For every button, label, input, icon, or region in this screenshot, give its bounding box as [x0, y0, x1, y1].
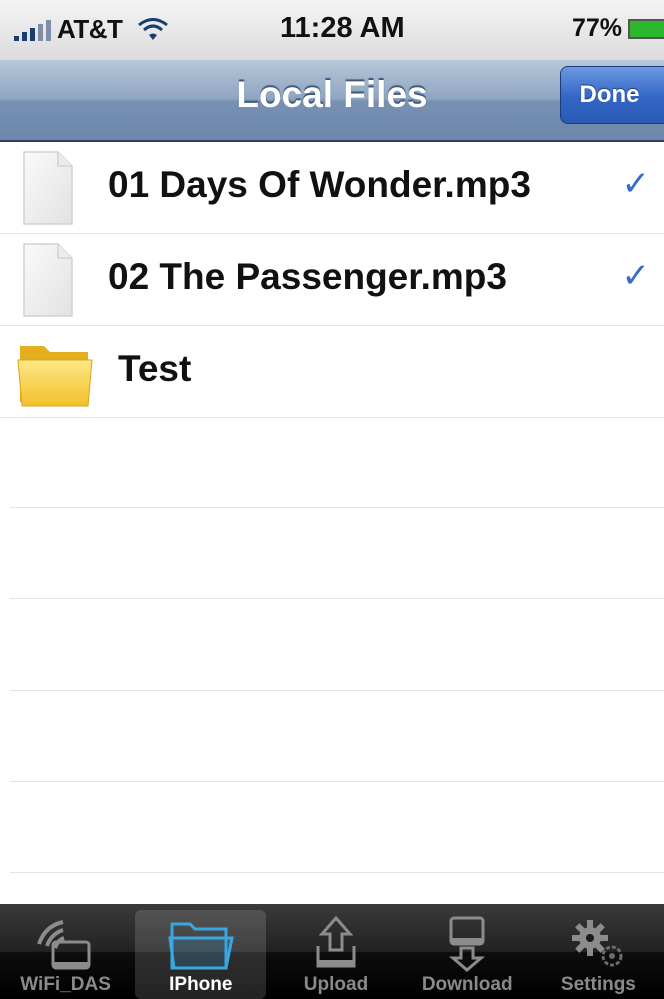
empty-row-divider [10, 690, 664, 691]
tab-wifi-das[interactable]: WiFi_DAS [0, 904, 131, 999]
tab-bar: WiFi_DAS IPhone Upload Download Settings [0, 904, 664, 999]
tab-upload[interactable]: Upload [270, 904, 401, 999]
screen: AT&T 11:28 AM 77% Local Files Done 01 Da… [0, 0, 664, 999]
status-bar: AT&T 11:28 AM 77% [0, 0, 664, 60]
status-time: 11:28 AM [280, 12, 405, 44]
checkmark-icon: ✓ [621, 165, 651, 203]
wifi-drive-icon [36, 920, 91, 970]
file-list: 01 Days Of Wonder.mp3 ✓ 02 The Passenger… [0, 142, 664, 904]
status-battery: 77% [572, 14, 664, 43]
upload-icon [316, 916, 356, 968]
document-icon [23, 151, 73, 225]
download-icon [449, 916, 486, 972]
tab-download[interactable]: Download [402, 904, 533, 999]
file-name: 01 Days Of Wonder.mp3 [108, 164, 531, 205]
done-button[interactable]: Done [560, 66, 664, 124]
tab-label: Settings [560, 974, 636, 995]
tab-iphone[interactable]: IPhone [135, 910, 267, 999]
file-name: 02 The Passenger.mp3 [108, 256, 507, 297]
carrier-name: AT&T [57, 14, 123, 44]
tab-settings[interactable]: Settings [533, 904, 664, 999]
wifi-icon [138, 17, 169, 40]
file-row[interactable]: 02 The Passenger.mp3 ✓ [0, 234, 664, 326]
gears-icon [572, 920, 623, 967]
folder-icon [168, 922, 234, 970]
folder-row[interactable]: Test [0, 326, 664, 418]
folder-icon [17, 346, 93, 407]
empty-row-divider [10, 507, 664, 508]
folder-name: Test [118, 348, 192, 389]
tab-label: Download [421, 974, 513, 995]
battery-percent: 77% [571, 14, 622, 42]
tab-label: Upload [303, 974, 369, 995]
signal-strength-icon [14, 19, 51, 41]
navigation-bar: Local Files Done [0, 60, 664, 142]
empty-row-divider [10, 598, 664, 599]
tab-label: WiFi_DAS [20, 974, 111, 995]
document-icon [23, 243, 73, 317]
status-left: AT&T [14, 14, 169, 45]
tab-label: IPhone [169, 974, 233, 995]
empty-row-divider [10, 781, 664, 782]
empty-row-divider [10, 872, 664, 873]
file-row[interactable]: 01 Days Of Wonder.mp3 ✓ [0, 142, 664, 234]
checkmark-icon: ✓ [621, 257, 651, 295]
battery-icon [628, 18, 664, 39]
